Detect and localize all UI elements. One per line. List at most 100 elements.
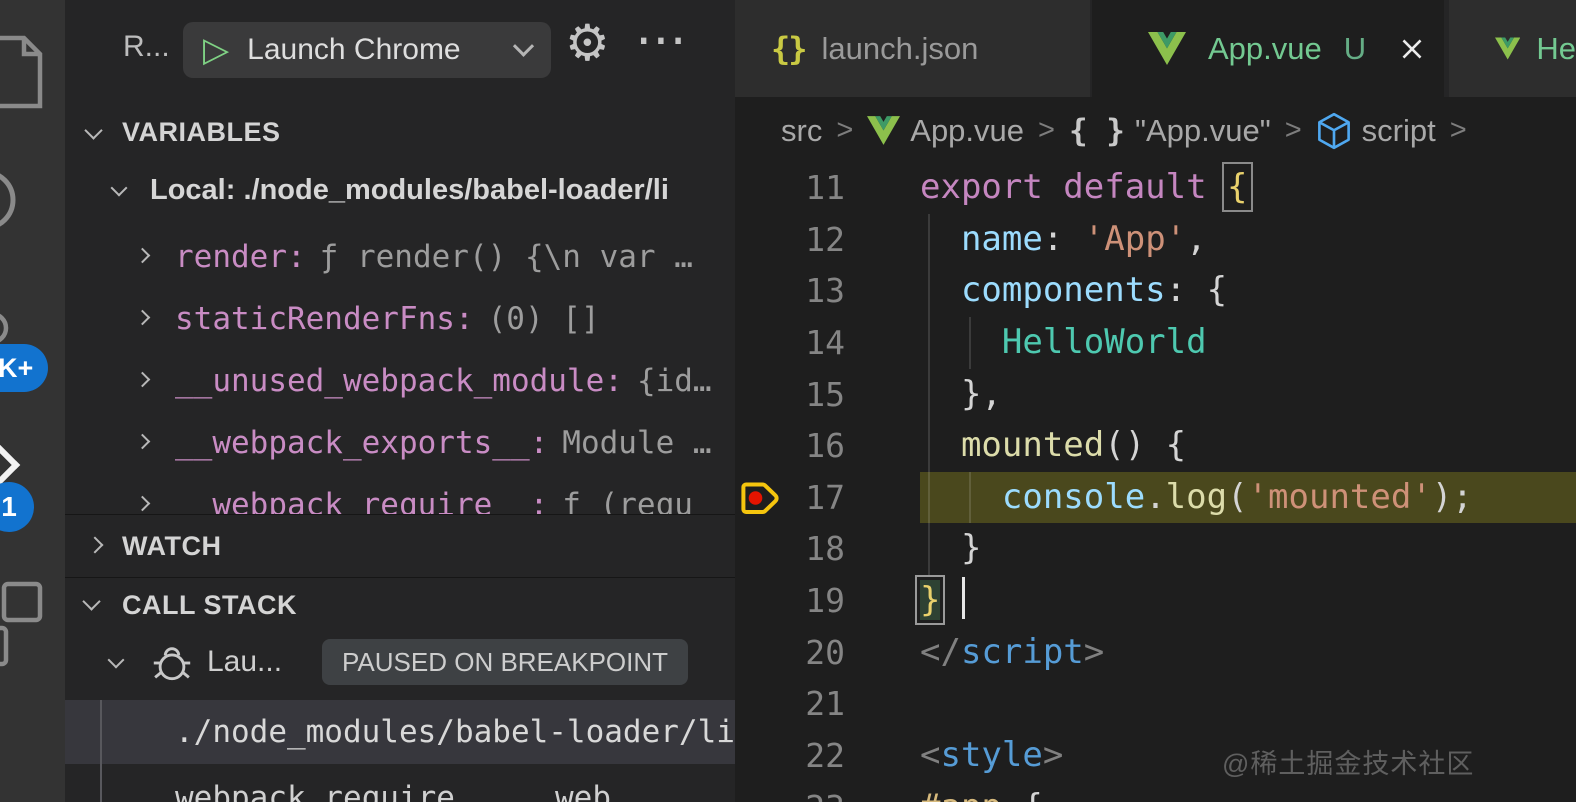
variable-text: staticRenderFns:(0) [] xyxy=(175,288,600,350)
bug-icon xyxy=(149,640,195,686)
chevron-right-icon[interactable] xyxy=(135,372,151,388)
code-line: 17 console.log('mounted'); xyxy=(735,472,1576,524)
debug-session-row[interactable]: Lau... PAUSED ON BREAKPOINT xyxy=(65,634,735,690)
code-text[interactable]: #app { xyxy=(920,782,1576,802)
code-text[interactable]: } xyxy=(920,523,1576,575)
stack-frame-location: web xyxy=(555,768,611,802)
search-icon[interactable] xyxy=(0,155,55,255)
run-debug-icon[interactable] xyxy=(0,444,20,486)
code-line: 18 } xyxy=(735,523,1576,575)
breakpoint-gutter[interactable] xyxy=(735,317,785,369)
close-icon[interactable] xyxy=(1396,33,1428,65)
chevron-right-icon[interactable] xyxy=(135,248,151,264)
code-line: 21 xyxy=(735,678,1576,730)
line-number: 16 xyxy=(785,420,845,472)
variable-row[interactable]: render:ƒ render() {\n var … xyxy=(65,226,735,288)
variable-text: render:ƒ render() {\n var … xyxy=(175,226,693,288)
breadcrumb-item-component[interactable]: "App.vue" xyxy=(1135,113,1271,149)
chevron-down-icon xyxy=(82,592,100,610)
chevron-right-icon[interactable] xyxy=(135,310,151,326)
tab-label: App.vue xyxy=(1208,31,1322,67)
launch-config-dropdown[interactable]: ▷ Launch Chrome xyxy=(183,22,551,78)
code-line: 14 HelloWorld xyxy=(735,317,1576,369)
tab-app-vue-active[interactable]: App.vue U xyxy=(1092,0,1444,97)
variable-row[interactable]: staticRenderFns:(0) [] xyxy=(65,288,735,350)
breakpoint-gutter[interactable] xyxy=(735,214,785,266)
indent-guide xyxy=(100,700,102,802)
more-actions-icon[interactable]: ⋯ xyxy=(635,14,687,66)
variable-text: __webpack_exports__:Module … xyxy=(175,412,712,474)
stack-frame-selected[interactable]: ./node_modules/babel-loader/li xyxy=(65,700,735,764)
line-number: 23 xyxy=(785,782,845,802)
chevron-separator: > xyxy=(1450,114,1467,147)
variable-row[interactable]: __unused_webpack_module:{id… xyxy=(65,350,735,412)
start-debug-icon[interactable]: ▷ xyxy=(203,33,229,67)
code-text[interactable]: }, xyxy=(920,369,1576,421)
breakpoint-gutter[interactable] xyxy=(735,782,785,802)
chevron-down-icon xyxy=(513,35,534,56)
breakpoint-paused-gutter[interactable] xyxy=(735,472,785,524)
debug-badge: 1 xyxy=(0,482,34,532)
chevron-down-icon xyxy=(84,121,102,139)
variable-row[interactable]: __webpack_exports__:Module … xyxy=(65,412,735,474)
code-text[interactable]: } xyxy=(920,575,1576,627)
line-number: 11 xyxy=(785,162,845,214)
watch-section-header[interactable]: WATCH xyxy=(65,514,735,577)
tab-bar: {} launch.json App.vue U He xyxy=(735,0,1576,97)
breakpoint-gutter[interactable] xyxy=(735,678,785,730)
code-line: 20 </script> xyxy=(735,627,1576,679)
breakpoint-gutter[interactable] xyxy=(735,162,785,214)
breadcrumb-item-src[interactable]: src xyxy=(781,113,822,149)
stack-frame[interactable]: webpack_require web xyxy=(65,768,735,802)
line-number: 20 xyxy=(785,627,845,679)
variables-section-header[interactable]: VARIABLES xyxy=(65,108,735,156)
breakpoint-gutter[interactable] xyxy=(735,575,785,627)
tab-label: launch.json xyxy=(822,31,979,67)
breadcrumb-item-script[interactable]: script xyxy=(1362,113,1436,149)
code-text[interactable]: export default { xyxy=(920,162,1576,214)
breakpoint-gutter[interactable] xyxy=(735,627,785,679)
code-line: 12 name: 'App', xyxy=(735,214,1576,266)
code-text[interactable]: console.log('mounted'); xyxy=(920,472,1576,524)
code-text[interactable]: HelloWorld xyxy=(920,317,1576,369)
chevron-separator: > xyxy=(1038,114,1055,147)
code-line: 11 export default { xyxy=(735,162,1576,214)
chevron-right-icon[interactable] xyxy=(135,496,151,512)
chevron-separator: > xyxy=(1285,114,1302,147)
breadcrumb-item-file[interactable]: App.vue xyxy=(910,113,1024,149)
scope-row[interactable]: Local: ./node_modules/babel-loader/li xyxy=(65,164,735,216)
variables-list: render:ƒ render() {\n var …staticRenderF… xyxy=(65,226,735,536)
line-number: 15 xyxy=(785,369,845,421)
gear-icon[interactable]: ⚙ xyxy=(565,18,610,68)
line-number: 19 xyxy=(785,575,845,627)
chevron-separator: > xyxy=(836,114,853,147)
watch-header-label: WATCH xyxy=(122,515,221,577)
code-text[interactable]: </script> xyxy=(920,627,1576,679)
chevron-right-icon[interactable] xyxy=(135,434,151,450)
code-area[interactable]: 11export default {12 name: 'App',13 comp… xyxy=(735,162,1576,802)
breakpoint-gutter[interactable] xyxy=(735,265,785,317)
breadcrumb: src > App.vue > { } "App.vue" > script > xyxy=(735,97,1576,164)
extensions-icon[interactable] xyxy=(0,578,56,670)
breakpoint-gutter[interactable] xyxy=(735,523,785,575)
code-text[interactable]: name: 'App', xyxy=(920,214,1576,266)
stack-frame-label: webpack_require xyxy=(175,768,455,802)
explorer-icon[interactable] xyxy=(0,28,60,128)
breakpoint-gutter[interactable] xyxy=(735,420,785,472)
code-line: 16 mounted() { xyxy=(735,420,1576,472)
debug-sidebar: R... ▷ Launch Chrome ⚙ ⋯ VARIABLES Local… xyxy=(65,0,735,802)
vue-file-icon xyxy=(867,116,900,145)
code-text[interactable]: components: { xyxy=(920,265,1576,317)
watermark: @稀土掘金技术社区 xyxy=(1222,742,1474,781)
line-number: 14 xyxy=(785,317,845,369)
code-text[interactable]: mounted() { xyxy=(920,420,1576,472)
breakpoint-paused-icon xyxy=(741,479,783,517)
module-cube-icon xyxy=(1316,112,1352,150)
breakpoint-gutter[interactable] xyxy=(735,730,785,782)
call-stack-section-header[interactable]: CALL STACK xyxy=(65,577,735,631)
vue-file-icon xyxy=(1495,32,1520,65)
breakpoint-gutter[interactable] xyxy=(735,369,785,421)
tab-helloworld-vue[interactable]: He xyxy=(1449,0,1576,97)
tab-launch-json[interactable]: {} launch.json xyxy=(735,0,1090,97)
json-file-icon: {} xyxy=(771,30,806,68)
